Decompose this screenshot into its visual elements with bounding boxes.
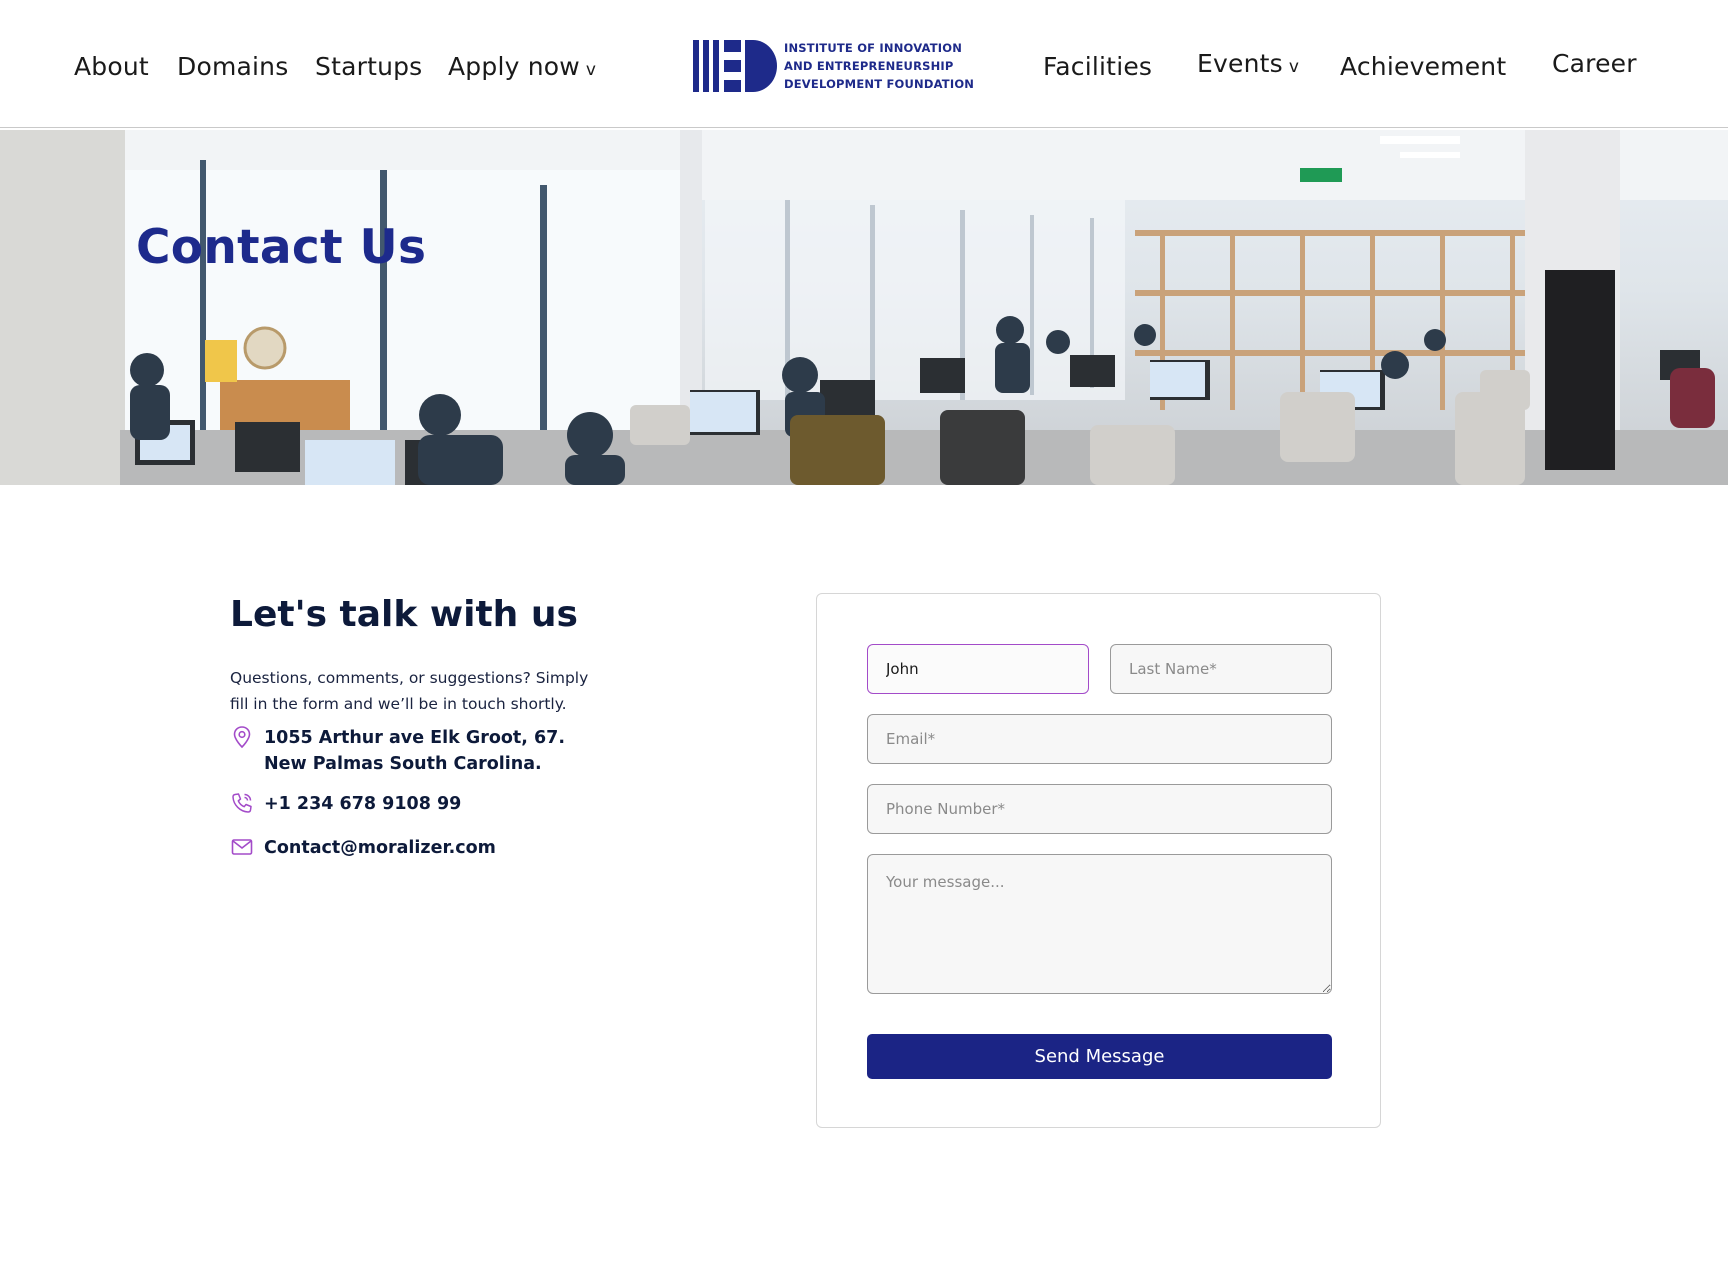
email-row: Contact@moralizer.com [230, 835, 650, 861]
top-navigation: About Domains Startups Apply now v INSTIT… [0, 0, 1728, 128]
first-name-field[interactable] [867, 644, 1089, 694]
contact-info: Let's talk with us Questions, comments, … [230, 594, 650, 861]
message-field[interactable] [867, 854, 1332, 994]
logo-mark-icon [693, 40, 777, 92]
nav-events-label: Events [1197, 49, 1283, 78]
email-field[interactable] [867, 714, 1332, 764]
nav-facilities[interactable]: Facilities [1043, 52, 1152, 81]
nav-career-label: Career [1552, 49, 1637, 78]
page-title: Contact Us [136, 220, 427, 275]
logo-line-2: AND ENTREPRENEURSHIP [784, 59, 954, 73]
chevron-down-icon: v [1288, 57, 1300, 77]
nav-career[interactable]: Career [1552, 49, 1637, 78]
address-text: 1055 Arthur ave Elk Groot, 67. New Palma… [264, 728, 565, 774]
nav-domains[interactable]: Domains [177, 52, 288, 81]
nav-achievement[interactable]: Achievement [1340, 52, 1506, 81]
nav-events[interactable]: Events v [1197, 49, 1299, 78]
logo-line-3: DEVELOPMENT FOUNDATION [784, 77, 975, 91]
address-row: 1055 Arthur ave Elk Groot, 67. New Palma… [230, 725, 650, 777]
phone-icon [232, 793, 252, 813]
phone-field[interactable] [867, 784, 1332, 834]
nav-apply-now-label: Apply now [448, 52, 580, 81]
nav-achievement-label: Achievement [1340, 52, 1507, 81]
contact-title: Let's talk with us [230, 594, 578, 635]
office-photo [0, 130, 1728, 485]
logo-line-1: INSTITUTE OF INNOVATION [784, 41, 963, 55]
nav-about[interactable]: About [74, 52, 149, 81]
contact-description: Questions, comments, or suggestions? Sim… [230, 669, 589, 713]
hero-banner: Contact Us [0, 130, 1728, 485]
mail-icon [231, 839, 253, 855]
nav-domains-label: Domains [177, 52, 289, 81]
send-message-button[interactable]: Send Message [867, 1034, 1332, 1079]
last-name-field[interactable] [1110, 644, 1332, 694]
nav-startups-label: Startups [315, 52, 423, 81]
phone-text[interactable]: +1 234 678 9108 99 [264, 791, 461, 817]
nav-startups[interactable]: Startups [315, 52, 422, 81]
logo[interactable]: INSTITUTE OF INNOVATION AND ENTREPRENEUR… [693, 40, 983, 92]
nav-facilities-label: Facilities [1043, 52, 1153, 81]
location-pin-icon [233, 726, 251, 749]
nav-about-label: About [74, 52, 149, 81]
logo-text: INSTITUTE OF INNOVATION AND ENTREPRENEUR… [784, 39, 974, 93]
phone-row: +1 234 678 9108 99 [230, 791, 650, 817]
chevron-down-icon: v [585, 60, 597, 80]
nav-apply-now[interactable]: Apply now v [448, 52, 596, 81]
contact-form: Send Message [816, 593, 1381, 1128]
email-text[interactable]: Contact@moralizer.com [264, 835, 496, 861]
